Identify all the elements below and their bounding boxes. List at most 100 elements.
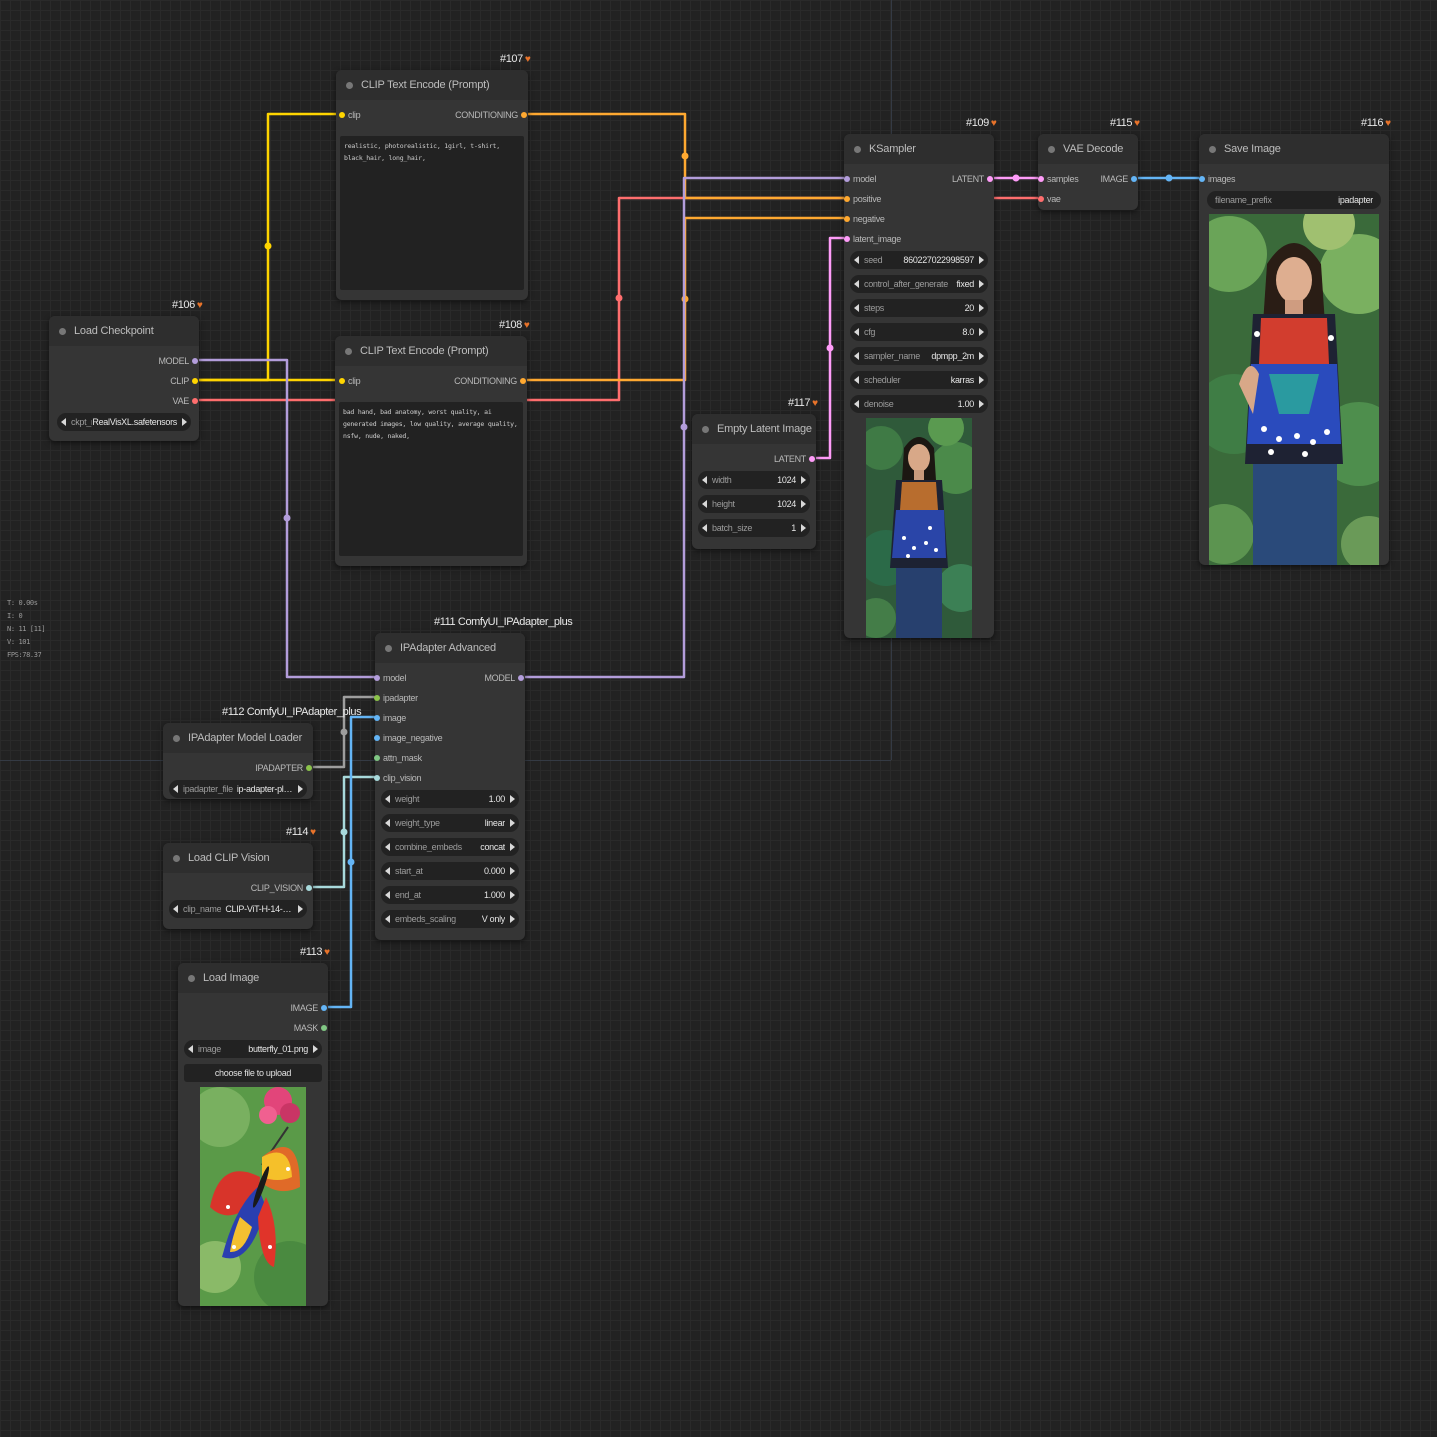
decrement-arrow-icon[interactable] bbox=[61, 418, 66, 426]
increment-arrow-icon[interactable] bbox=[510, 915, 515, 923]
decrement-arrow-icon[interactable] bbox=[854, 280, 859, 288]
output-port-vae[interactable]: VAE bbox=[173, 395, 198, 407]
increment-arrow-icon[interactable] bbox=[510, 819, 515, 827]
port-dot-icon[interactable] bbox=[844, 216, 850, 222]
decrement-arrow-icon[interactable] bbox=[854, 256, 859, 264]
wire-midpoint-handle[interactable] bbox=[283, 514, 291, 522]
wire-midpoint-handle[interactable] bbox=[615, 294, 623, 302]
port-dot-icon[interactable] bbox=[844, 236, 850, 242]
increment-arrow-icon[interactable] bbox=[298, 905, 303, 913]
widget-end-at[interactable]: end_at 1.000 bbox=[381, 886, 519, 904]
widget-steps[interactable]: steps 20 bbox=[850, 299, 988, 317]
widget-scheduler[interactable]: scheduler karras bbox=[850, 371, 988, 389]
increment-arrow-icon[interactable] bbox=[979, 256, 984, 264]
input-port-model[interactable]: model bbox=[844, 173, 876, 185]
port-dot-icon[interactable] bbox=[339, 112, 345, 118]
decrement-arrow-icon[interactable] bbox=[854, 352, 859, 360]
increment-arrow-icon[interactable] bbox=[298, 785, 303, 793]
increment-arrow-icon[interactable] bbox=[979, 328, 984, 336]
ipadapter-advanced-node[interactable]: IPAdapter Advanced model ipadapter image… bbox=[374, 633, 525, 940]
wire-midpoint-handle[interactable] bbox=[1012, 174, 1020, 182]
widget-start-at[interactable]: start_at 0.000 bbox=[381, 862, 519, 880]
port-dot-icon[interactable] bbox=[1131, 176, 1137, 182]
node-title-bar[interactable]: Empty Latent Image bbox=[692, 414, 816, 444]
widget-cfg[interactable]: cfg 8.0 bbox=[850, 323, 988, 341]
widget-embeds-scaling[interactable]: embeds_scaling V only bbox=[381, 910, 519, 928]
output-port-image[interactable]: IMAGE bbox=[290, 1002, 327, 1014]
decrement-arrow-icon[interactable] bbox=[385, 891, 390, 899]
prompt-textarea[interactable]: bad hand, bad anatomy, worst quality, ai… bbox=[339, 402, 523, 556]
output-port-model[interactable]: MODEL bbox=[158, 355, 198, 367]
output-port-clip-vision[interactable]: CLIP_VISION bbox=[251, 882, 312, 894]
collapse-dot-icon[interactable] bbox=[1048, 145, 1055, 153]
port-dot-icon[interactable] bbox=[374, 735, 380, 741]
decrement-arrow-icon[interactable] bbox=[702, 476, 707, 484]
port-dot-icon[interactable] bbox=[374, 675, 380, 681]
widget-control-after-generate[interactable]: control_after_generate fixed bbox=[850, 275, 988, 293]
port-dot-icon[interactable] bbox=[521, 112, 527, 118]
decrement-arrow-icon[interactable] bbox=[702, 500, 707, 508]
port-dot-icon[interactable] bbox=[306, 885, 312, 891]
decrement-arrow-icon[interactable] bbox=[854, 328, 859, 336]
input-port-attn-mask[interactable]: attn_mask bbox=[374, 752, 422, 764]
load-checkpoint-node[interactable]: Load Checkpoint MODEL CLIP VAE ckpt_name… bbox=[49, 316, 199, 441]
output-port-ipadapter[interactable]: IPADAPTER bbox=[255, 762, 312, 774]
port-dot-icon[interactable] bbox=[374, 695, 380, 701]
empty-latent-image-node[interactable]: Empty Latent Image LATENT width 1024 heig… bbox=[692, 414, 816, 549]
collapse-dot-icon[interactable] bbox=[173, 854, 180, 862]
increment-arrow-icon[interactable] bbox=[313, 1045, 318, 1053]
output-port-conditioning[interactable]: CONDITIONING bbox=[455, 109, 527, 121]
increment-arrow-icon[interactable] bbox=[510, 891, 515, 899]
input-port-positive[interactable]: positive bbox=[844, 193, 881, 205]
node-title-bar[interactable]: CLIP Text Encode (Prompt) bbox=[335, 336, 527, 366]
ipadapter-model-loader-node[interactable]: IPAdapter Model Loader IPADAPTER ipadapt… bbox=[163, 723, 313, 799]
input-port-negative[interactable]: negative bbox=[844, 213, 885, 225]
wire-midpoint-handle[interactable] bbox=[681, 152, 689, 160]
port-dot-icon[interactable] bbox=[374, 775, 380, 781]
load-clip-vision-node[interactable]: Load CLIP Vision CLIP_VISION clip_name CL… bbox=[163, 843, 313, 929]
output-port-mask[interactable]: MASK bbox=[294, 1022, 327, 1034]
wire-midpoint-handle[interactable] bbox=[347, 858, 355, 866]
wire-midpoint-handle[interactable] bbox=[340, 828, 348, 836]
output-port-latent[interactable]: LATENT bbox=[774, 453, 815, 465]
decrement-arrow-icon[interactable] bbox=[173, 785, 178, 793]
widget-filename-prefix[interactable]: filename_prefix ipadapter bbox=[1207, 191, 1381, 209]
wire-midpoint-handle[interactable] bbox=[1165, 174, 1173, 182]
port-dot-icon[interactable] bbox=[192, 378, 198, 384]
wire-midpoint-handle[interactable] bbox=[264, 242, 272, 250]
increment-arrow-icon[interactable] bbox=[182, 418, 187, 426]
decrement-arrow-icon[interactable] bbox=[854, 376, 859, 384]
input-port-clip[interactable]: clip bbox=[339, 109, 361, 121]
port-dot-icon[interactable] bbox=[844, 176, 850, 182]
port-dot-icon[interactable] bbox=[844, 196, 850, 202]
wire-midpoint-handle[interactable] bbox=[340, 728, 348, 736]
widget-batch-size[interactable]: batch_size 1 bbox=[698, 519, 810, 537]
input-port-clip-vision[interactable]: clip_vision bbox=[374, 772, 422, 784]
output-port-latent[interactable]: LATENT bbox=[952, 173, 993, 185]
widget-sampler-name[interactable]: sampler_name dpmpp_2m bbox=[850, 347, 988, 365]
decrement-arrow-icon[interactable] bbox=[385, 795, 390, 803]
port-dot-icon[interactable] bbox=[306, 765, 312, 771]
increment-arrow-icon[interactable] bbox=[801, 524, 806, 532]
output-port-clip[interactable]: CLIP bbox=[170, 375, 198, 387]
increment-arrow-icon[interactable] bbox=[510, 867, 515, 875]
decrement-arrow-icon[interactable] bbox=[173, 905, 178, 913]
output-port-image[interactable]: IMAGE bbox=[1100, 173, 1137, 185]
output-port-model[interactable]: MODEL bbox=[484, 672, 524, 684]
node-title-bar[interactable]: KSampler bbox=[844, 134, 994, 164]
decrement-arrow-icon[interactable] bbox=[385, 819, 390, 827]
port-dot-icon[interactable] bbox=[520, 378, 526, 384]
prompt-textarea[interactable]: realistic, photorealistic, 1girl, t-shir… bbox=[340, 136, 524, 290]
increment-arrow-icon[interactable] bbox=[801, 500, 806, 508]
port-dot-icon[interactable] bbox=[987, 176, 993, 182]
collapse-dot-icon[interactable] bbox=[345, 347, 352, 355]
port-dot-icon[interactable] bbox=[374, 755, 380, 761]
widget-ipadapter-file[interactable]: ipadapter_fileip-adapter-plus_sdxl_vit-h… bbox=[169, 780, 307, 798]
decrement-arrow-icon[interactable] bbox=[854, 304, 859, 312]
wire-midpoint-handle[interactable] bbox=[681, 295, 689, 303]
node-title-bar[interactable]: Save Image bbox=[1199, 134, 1389, 164]
port-dot-icon[interactable] bbox=[518, 675, 524, 681]
port-dot-icon[interactable] bbox=[374, 715, 380, 721]
collapse-dot-icon[interactable] bbox=[385, 644, 392, 652]
increment-arrow-icon[interactable] bbox=[979, 376, 984, 384]
